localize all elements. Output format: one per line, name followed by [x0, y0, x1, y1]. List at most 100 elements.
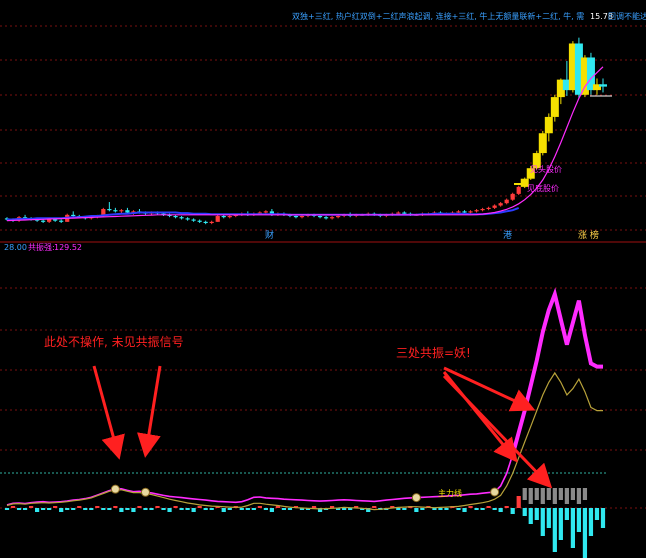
histogram-bar: [576, 508, 582, 532]
histogram-bar: [558, 508, 563, 540]
histogram-bar: [438, 508, 443, 510]
candle-body: [53, 219, 58, 221]
histogram-bar: [16, 508, 22, 510]
chart-stage: 双独+三红, 热户红双倒+二红声浪起调, 连接+三红, 牛上无额量联新+二红, …: [0, 0, 646, 558]
histogram-bar: [47, 508, 52, 510]
histogram-bar: [83, 508, 88, 510]
top-legend-text: 双独+三红, 热户红双倒+二红声浪起调, 连接+三红, 牛上无额量联新+二红, …: [292, 11, 584, 21]
histogram-bar: [4, 508, 10, 510]
candle-body: [544, 116, 553, 134]
histogram-bar: [486, 506, 491, 508]
histogram-bar: [131, 508, 136, 512]
candle-body: [299, 216, 305, 218]
histogram-bar: [257, 506, 262, 508]
candle-body: [41, 220, 46, 222]
histogram-bar: [41, 508, 46, 510]
histogram-bar: [342, 508, 347, 510]
histogram-bar: [71, 508, 76, 510]
histogram-bar: [311, 506, 317, 508]
histogram-bar: [504, 506, 509, 508]
histogram-bar: [101, 508, 106, 510]
background: [0, 0, 646, 558]
histogram-bar: [582, 508, 588, 558]
histogram-bar: [287, 508, 293, 510]
histogram-bar: [474, 508, 479, 510]
histogram-bar: [468, 506, 473, 508]
grey-bar: [522, 488, 527, 500]
candle-body: [396, 212, 401, 214]
histogram-bar: [600, 508, 606, 528]
histogram-bar: [263, 508, 268, 510]
signal-marker: [110, 484, 120, 494]
candle-body: [468, 211, 473, 213]
candle-body: [336, 216, 341, 218]
histogram-bar: [269, 508, 274, 512]
grey-bar: [552, 488, 557, 504]
histogram-bar: [546, 508, 551, 528]
signal-label-main: 主力线: [438, 488, 462, 498]
candle-body: [516, 186, 521, 194]
histogram-bar: [432, 508, 437, 510]
candle-body: [498, 203, 503, 206]
histogram-bar: [155, 506, 160, 508]
histogram-bar: [281, 508, 287, 510]
histogram-bar: [35, 508, 40, 512]
histogram-bar: [456, 508, 461, 510]
histogram-bar: [22, 508, 28, 510]
candle-body: [227, 216, 232, 218]
candle-body: [486, 207, 491, 210]
histogram-bar: [516, 496, 521, 508]
histogram-bar: [65, 508, 70, 510]
histogram-bar: [197, 506, 202, 508]
candle-body: [462, 211, 467, 213]
bottom-label-cai: 财: [265, 229, 274, 241]
histogram-bar: [137, 506, 142, 508]
candle-body: [191, 219, 196, 221]
grey-bar: [570, 488, 575, 500]
candle-body: [197, 220, 202, 222]
histogram-bar: [113, 506, 118, 508]
candle-body: [113, 210, 118, 212]
histogram-bar: [588, 508, 594, 536]
histogram-bar: [570, 508, 575, 548]
histogram-bar: [420, 508, 425, 510]
candle-body: [221, 216, 226, 218]
histogram-bar: [209, 508, 214, 510]
candle-body: [215, 216, 220, 222]
candle-body: [173, 216, 178, 218]
grey-bar: [576, 488, 582, 504]
candle-body: [598, 84, 607, 87]
histogram-bar: [372, 506, 377, 508]
histogram-bar: [119, 508, 124, 512]
histogram-bar: [10, 506, 16, 508]
candle-body: [317, 216, 323, 218]
candle-body: [504, 199, 509, 204]
histogram-bar: [245, 508, 250, 510]
candle-body: [71, 214, 76, 217]
bottom-label-gang: 港: [503, 229, 512, 241]
bottom-header-value1: 28.00: [4, 243, 27, 252]
candle-body: [179, 217, 184, 219]
histogram-bar: [77, 506, 82, 508]
signal-marker: [411, 493, 421, 503]
candle-body: [209, 221, 214, 224]
annotation-no-action: 此处不操作, 未见共振信号: [44, 334, 184, 349]
histogram-bar: [53, 506, 58, 508]
signal-marker: [490, 487, 500, 497]
histogram-bar: [594, 508, 600, 520]
annotation-top-peak: 见头股价: [530, 164, 562, 174]
histogram-bar: [221, 508, 226, 512]
candle-body: [107, 209, 112, 211]
histogram-bar: [564, 508, 569, 520]
candle-body: [119, 210, 124, 212]
bottom-header-label: 共振强:: [28, 242, 55, 252]
candle-body: [185, 218, 190, 220]
histogram-bar: [522, 508, 527, 516]
histogram-bar: [492, 508, 497, 510]
histogram-bar: [167, 508, 172, 512]
histogram-bar: [540, 508, 545, 536]
candle-body: [323, 217, 329, 219]
histogram-bar: [528, 508, 533, 524]
grey-bar: [582, 488, 588, 500]
histogram-bar: [396, 508, 401, 510]
